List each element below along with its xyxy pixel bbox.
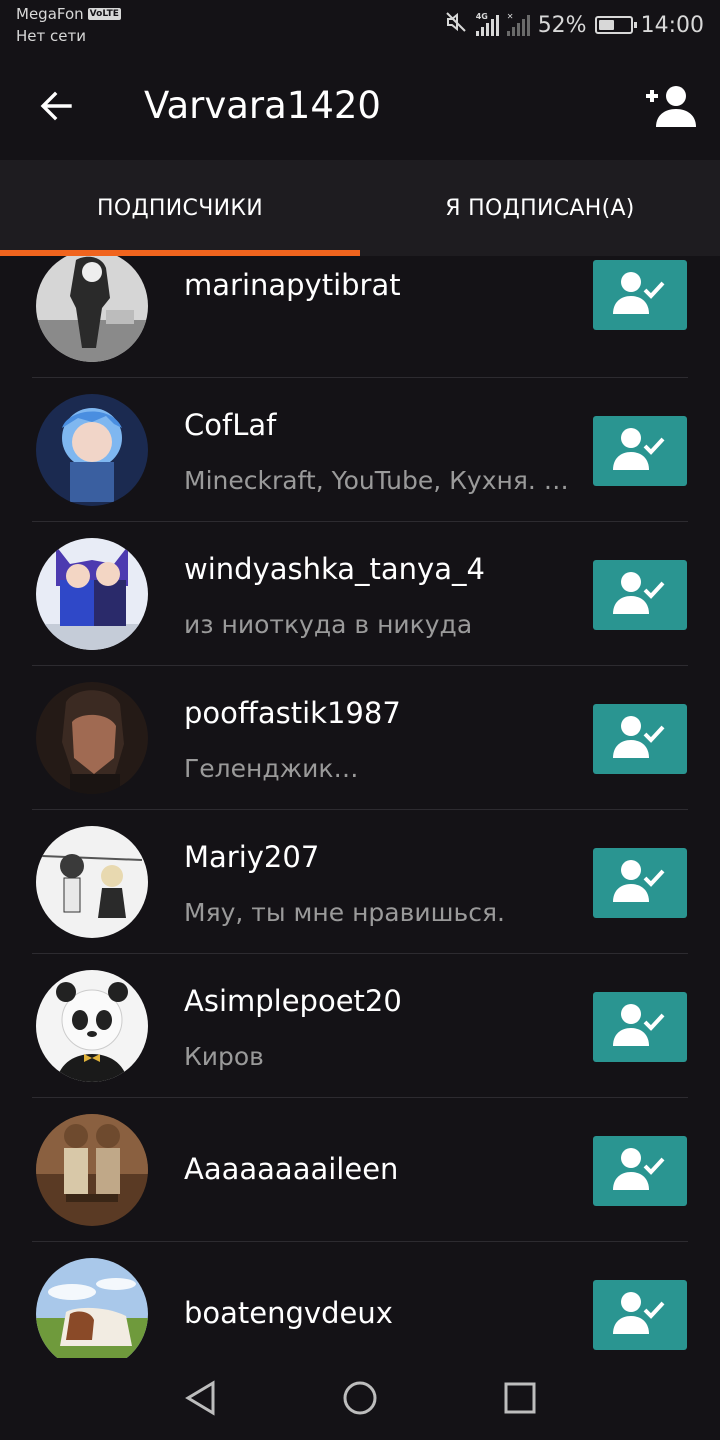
following-button[interactable] <box>593 416 687 486</box>
signal-icon-sim2: ✕ <box>506 12 530 36</box>
carrier: MegaFon VoLTE <box>16 5 121 23</box>
avatar[interactable] <box>36 682 148 794</box>
carrier-name: MegaFon <box>16 5 84 23</box>
following-button[interactable] <box>593 992 687 1062</box>
avatar[interactable] <box>36 826 148 938</box>
system-nav-bar <box>0 1358 720 1440</box>
status-bar: MegaFon VoLTE Нет сети 4G ✕ 52% 14:00 <box>0 0 720 56</box>
status-icons: 4G ✕ 52% 14:00 <box>444 10 704 40</box>
battery-icon <box>594 16 637 34</box>
username[interactable]: windyashka_tanya_4 <box>184 552 485 586</box>
username[interactable]: Mariy207 <box>184 840 319 874</box>
app-toolbar: Varvara1420 <box>0 56 720 160</box>
battery-fill <box>598 20 615 30</box>
followers-list[interactable]: marinapytibrat CofLaf Mineckraft, YouTub… <box>0 256 720 1358</box>
username[interactable]: marinapytibrat <box>184 268 401 302</box>
recents-square-icon <box>503 1381 537 1419</box>
clock: 14:00 <box>640 12 704 38</box>
user-check-icon <box>611 858 669 908</box>
network-status: Нет сети <box>16 27 86 45</box>
network-type: 4G <box>475 12 488 21</box>
nav-home-button[interactable] <box>340 1380 380 1420</box>
list-item[interactable]: windyashka_tanya_4 из ниоткуда в никуда <box>0 522 720 666</box>
username[interactable]: pooffastik1987 <box>184 696 401 730</box>
tab-followers[interactable]: ПОДПИСЧИКИ <box>0 160 360 256</box>
following-button[interactable] <box>593 260 687 330</box>
username[interactable]: Asimplepoet20 <box>184 984 402 1018</box>
list-item[interactable]: Mariy207 Мяу, ты мне нравишься. <box>0 810 720 954</box>
following-button[interactable] <box>593 704 687 774</box>
avatar[interactable] <box>36 1258 148 1358</box>
user-status: из ниоткуда в никуда <box>184 610 473 639</box>
list-item[interactable]: Asimplepoet20 Киров <box>0 954 720 1098</box>
user-check-icon <box>611 426 669 476</box>
avatar[interactable] <box>36 538 148 650</box>
following-button[interactable] <box>593 1136 687 1206</box>
nav-back-button[interactable] <box>180 1380 220 1420</box>
signal-icon: 4G <box>475 12 499 36</box>
avatar[interactable] <box>36 394 148 506</box>
list-item[interactable]: Aaaaaaaaileen <box>0 1098 720 1242</box>
add-friend-button[interactable] <box>640 78 700 138</box>
user-status: Геленджик… <box>184 754 359 783</box>
user-check-icon <box>611 1290 669 1340</box>
username[interactable]: Aaaaaaaaileen <box>184 1152 398 1186</box>
tab-following[interactable]: Я ПОДПИСАН(А) <box>360 160 720 256</box>
nav-recents-button[interactable] <box>500 1380 540 1420</box>
user-status: Мяу, ты мне нравишься. <box>184 898 505 927</box>
following-button[interactable] <box>593 848 687 918</box>
list-item[interactable]: CofLaf Mineckraft, YouTube, Кухня. Б… <box>0 378 720 522</box>
page-title: Varvara1420 <box>144 84 381 127</box>
add-user-icon <box>642 83 698 133</box>
back-triangle-icon <box>183 1380 217 1420</box>
battery-percent: 52% <box>537 12 587 38</box>
username[interactable]: CofLaf <box>184 408 276 442</box>
avatar[interactable] <box>36 970 148 1082</box>
back-button[interactable] <box>30 82 82 134</box>
following-button[interactable] <box>593 560 687 630</box>
list-item[interactable]: boatengvdeux <box>0 1242 720 1358</box>
user-check-icon <box>611 570 669 620</box>
avatar[interactable] <box>36 256 148 362</box>
user-check-icon <box>611 270 669 320</box>
avatar[interactable] <box>36 1114 148 1226</box>
volte-badge: VoLTE <box>87 8 121 20</box>
arrow-left-icon <box>38 88 74 128</box>
home-circle-icon <box>342 1380 378 1420</box>
user-status: Mineckraft, YouTube, Кухня. Б… <box>184 466 584 495</box>
following-button[interactable] <box>593 1280 687 1350</box>
username[interactable]: boatengvdeux <box>184 1296 393 1330</box>
list-item[interactable]: pooffastik1987 Геленджик… <box>0 666 720 810</box>
list-item[interactable]: marinapytibrat <box>0 256 720 378</box>
user-check-icon <box>611 1002 669 1052</box>
tab-bar: ПОДПИСЧИКИ Я ПОДПИСАН(А) <box>0 160 720 256</box>
user-check-icon <box>611 1146 669 1196</box>
user-check-icon <box>611 714 669 764</box>
mute-icon <box>444 10 468 40</box>
user-status: Киров <box>184 1042 264 1071</box>
